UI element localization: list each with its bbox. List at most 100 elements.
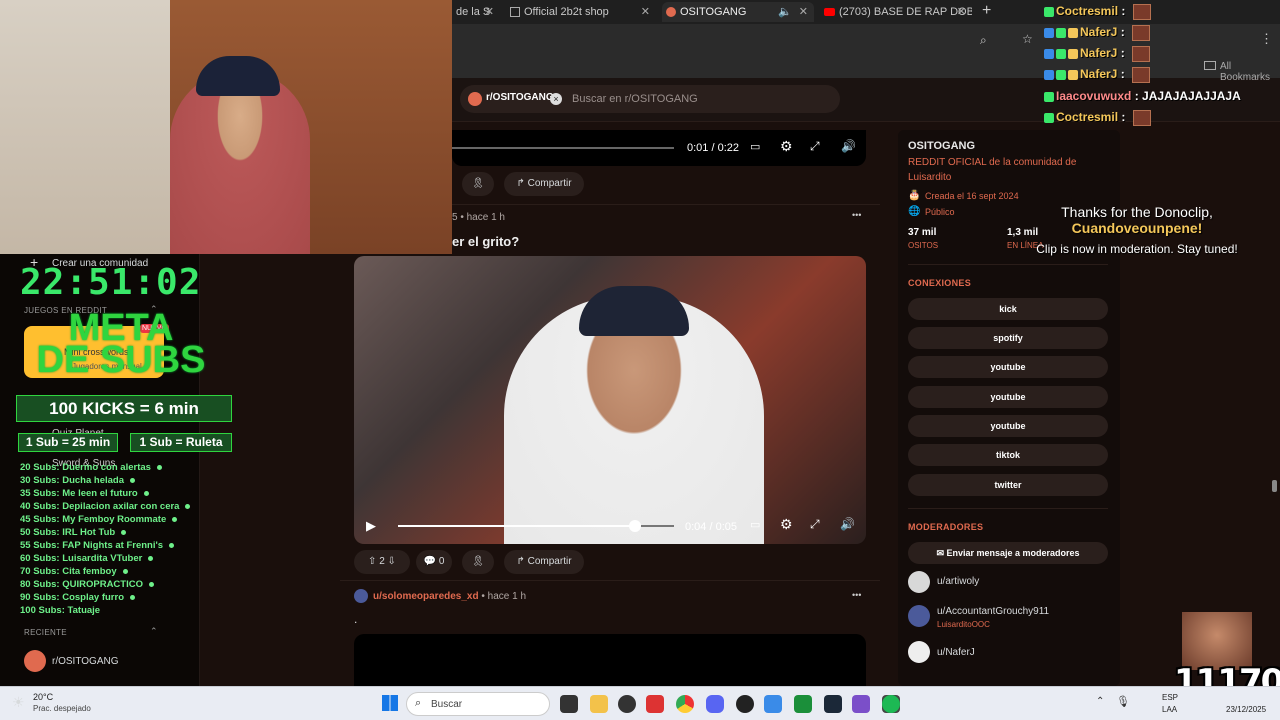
goal-item: 20 Subs: Duermo con alertas — [20, 462, 162, 473]
avatar[interactable] — [908, 641, 930, 663]
link-youtube[interactable]: youtube — [908, 415, 1108, 437]
spotify-icon[interactable] — [882, 695, 900, 713]
file-explorer-icon[interactable] — [590, 695, 608, 713]
goal-item: 45 Subs: My Femboy Roommate — [20, 514, 178, 525]
goal-text: 50 Subs: IRL Hot Tub — [20, 527, 116, 538]
volume-icon[interactable]: 🔊 — [840, 517, 855, 531]
message-mods-button[interactable]: ✉ Enviar mensaje a moderadores — [908, 542, 1108, 564]
emote-icon — [1132, 67, 1151, 83]
settings-icon[interactable]: ⚙ — [780, 516, 793, 533]
fullscreen-icon[interactable]: ⤢ — [810, 139, 820, 154]
moderator-name[interactable]: u/artiwoly — [937, 576, 979, 587]
bookmark-star-icon[interactable]: ☆ — [1022, 32, 1033, 46]
recent-community-link[interactable]: r/OSITOGANG — [52, 656, 119, 667]
discord-icon[interactable] — [706, 695, 724, 713]
goal-text: 55 Subs: FAP Nights at Frenni's — [20, 540, 164, 551]
mic-icon[interactable]: 🎙 — [1116, 695, 1130, 708]
status-dot-icon — [156, 464, 162, 470]
badge-icon — [1068, 70, 1078, 80]
link-youtube[interactable]: youtube — [908, 356, 1108, 378]
comment-count: 0 — [438, 556, 445, 567]
volume-icon[interactable]: 🔊 — [841, 139, 856, 153]
tab-1[interactable]: de la S ✕ — [452, 2, 500, 22]
link-kick[interactable]: kick — [908, 298, 1108, 320]
app-icon[interactable] — [736, 695, 754, 713]
windows-start-icon[interactable] — [382, 695, 398, 711]
new-tab-button[interactable]: + — [982, 2, 991, 20]
post-author[interactable]: u/solomeoparedes_xd — [373, 591, 479, 602]
community-search-bar[interactable]: r/OSITOGANG × Buscar en r/OSITOGANG — [460, 85, 840, 113]
fullscreen-icon[interactable]: ⤢ — [810, 517, 820, 532]
link-youtube[interactable]: youtube — [908, 386, 1108, 408]
members-label: OSITOS — [908, 241, 939, 250]
clear-chip-icon[interactable]: × — [550, 93, 562, 105]
chevron-up-icon[interactable]: ⌃ — [150, 626, 158, 637]
tab-4[interactable]: (2703) BASE DE RAP DOBLE✕ — [820, 2, 972, 22]
award-button[interactable]: 🎗 — [462, 172, 494, 196]
post-more-button[interactable]: ••• — [852, 210, 861, 220]
app-icon[interactable] — [618, 695, 636, 713]
weather-desc: Prac. despejado — [33, 704, 91, 713]
avatar[interactable] — [908, 571, 930, 593]
folder-icon — [1204, 61, 1216, 70]
taskbar-search[interactable]: ⌕ Buscar — [406, 692, 550, 716]
donoclip-alert: Thanks for the Donoclip, Cuandoveounpene… — [1022, 204, 1252, 256]
previous-video-player[interactable]: 0:01 / 0:22 ▭ ⚙ ⤢ 🔊 — [452, 130, 866, 166]
link-tiktok[interactable]: tiktok — [908, 444, 1108, 466]
page-scrollbar[interactable] — [1272, 480, 1277, 492]
post-author[interactable]: 5 — [452, 212, 458, 223]
post-title[interactable]: er el grito? — [452, 234, 519, 249]
task-view-icon[interactable] — [560, 695, 578, 713]
goal-item: 55 Subs: FAP Nights at Frenni's — [20, 540, 175, 551]
tab-3[interactable]: OSITOGANG 🔈 ✕ — [662, 2, 814, 22]
weather-temp[interactable]: 20°C — [33, 692, 53, 702]
app-icon[interactable] — [794, 695, 812, 713]
badge-icon — [1068, 28, 1078, 38]
tab-2[interactable]: Official 2b2t shop ✕ — [506, 2, 656, 22]
share-button[interactable]: ↱ Compartir — [504, 550, 584, 574]
close-icon[interactable]: ✕ — [641, 2, 650, 22]
chat-message: NaferJ : — [1044, 46, 1151, 62]
captions-icon[interactable]: ▭ — [750, 518, 760, 531]
steam-icon[interactable] — [824, 695, 842, 713]
post-more-button[interactable]: ••• — [852, 590, 861, 600]
vote-button[interactable]: ⇧ 2 ⇩ — [354, 550, 410, 574]
close-icon[interactable]: ✕ — [799, 2, 808, 22]
clock-date[interactable]: 23/12/2025 — [1226, 705, 1266, 714]
link-twitter[interactable]: twitter — [908, 474, 1108, 496]
webcam-shelf — [0, 0, 170, 254]
post-video-player[interactable] — [354, 634, 866, 686]
post-video-player[interactable]: ▶ 0:04 / 0:05 ▭ ⚙ ⤢ 🔊 — [354, 256, 866, 544]
emote-icon — [1132, 46, 1151, 62]
app-icon[interactable] — [646, 695, 664, 713]
lang-indicator[interactable]: ESP — [1162, 693, 1178, 702]
share-button[interactable]: ↱ Compartir — [504, 172, 584, 196]
mail-icon: ✉ — [936, 548, 947, 558]
settings-icon[interactable]: ⚙ — [780, 138, 793, 155]
app-icon[interactable] — [852, 695, 870, 713]
zoom-icon[interactable]: ⌕ — [980, 33, 987, 48]
community-chip[interactable]: r/OSITOGANG — [486, 92, 554, 103]
play-icon[interactable]: ▶ — [366, 518, 376, 534]
close-icon[interactable]: ✕ — [485, 2, 494, 22]
chrome-icon[interactable] — [676, 695, 694, 713]
all-bookmarks-link[interactable]: All Bookmarks — [1220, 61, 1280, 83]
award-button[interactable]: 🎗 — [462, 550, 494, 574]
avatar[interactable] — [354, 589, 368, 603]
video-progress-fill — [398, 525, 636, 527]
notepad-icon[interactable] — [764, 695, 782, 713]
menu-icon[interactable]: ⋮ — [1260, 31, 1273, 47]
moderator-name[interactable]: u/NaferJ — [937, 647, 975, 658]
avatar[interactable] — [908, 605, 930, 627]
chevron-up-icon[interactable]: ⌃ — [1096, 696, 1104, 707]
link-spotify[interactable]: spotify — [908, 327, 1108, 349]
moderator-name[interactable]: u/AccountantGrouchy911 — [937, 606, 1049, 617]
captions-icon[interactable]: ▭ — [750, 140, 760, 153]
close-icon[interactable]: ✕ — [957, 2, 966, 22]
video-progress-track[interactable] — [452, 147, 674, 149]
goal-item: 80 Subs: QUIROPRACTICO — [20, 579, 154, 590]
comments-button[interactable]: 💬 0 — [416, 550, 452, 574]
connections-header: CONEXIONES — [908, 278, 972, 288]
speaker-icon[interactable]: 🔈 — [778, 2, 792, 22]
chat-message: Iaacovuwuxd : JAJAJAJAJJAJA — [1044, 89, 1241, 103]
